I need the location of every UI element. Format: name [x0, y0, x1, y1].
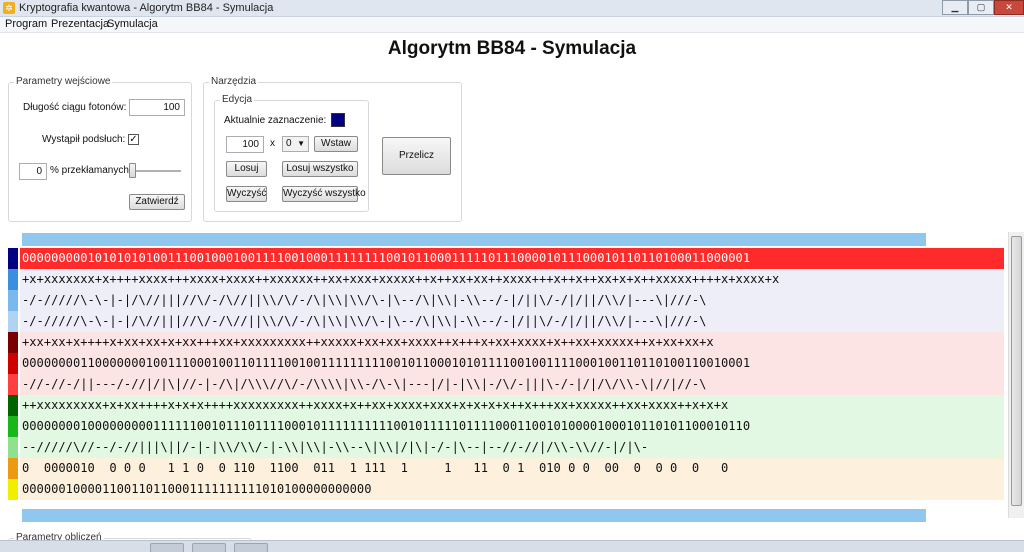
taskbar-button[interactable] [192, 543, 226, 552]
insert-button[interactable]: Wstaw [314, 136, 358, 152]
title-bar: ✲ Kryptografia kwantowa - Algorytm BB84 … [0, 0, 1024, 17]
clear-all-button[interactable]: Wyczyść wszystko [282, 186, 366, 202]
menu-program[interactable]: Program [5, 18, 47, 30]
count-input[interactable]: 100 [226, 136, 264, 153]
grid-row[interactable]: -/-/////\-\-|-|/\//|||//\/-/\//||\\/\/-/… [20, 290, 1004, 311]
grid-row[interactable]: 0000000001010101010011100100010011110010… [20, 248, 1004, 269]
random-button[interactable]: Losuj [226, 161, 267, 177]
error-percent-label: % przekłamanych [50, 165, 129, 176]
page-title: Algorytm BB84 - Symulacja [387, 38, 637, 59]
digit-select[interactable]: 0 ▼ [282, 136, 309, 152]
row-color-marker[interactable] [8, 395, 18, 416]
grid-bottom-stripe [22, 509, 926, 522]
window-title: Kryptografia kwantowa - Algorytm BB84 - … [19, 2, 274, 14]
eavesdrop-label: Wystąpił podsłuch: [42, 134, 126, 145]
eavesdrop-checkbox[interactable]: ✓ [128, 134, 139, 145]
row-color-marker[interactable] [8, 248, 18, 269]
menu-prezentacja[interactable]: Prezentacja [51, 18, 109, 30]
scrollbar-thumb[interactable] [1011, 236, 1022, 506]
edit-title: Edycja [220, 94, 255, 105]
error-slider-thumb[interactable] [129, 163, 136, 178]
grid-row[interactable]: 0000000010000000001111110010111011110001… [20, 416, 1004, 437]
taskbar-button[interactable] [234, 543, 268, 552]
input-params-title: Parametry wejściowe [14, 76, 113, 87]
tools-title: Narzędzia [209, 76, 259, 87]
row-color-marker[interactable] [8, 374, 18, 395]
error-slider-track[interactable] [129, 170, 181, 172]
edit-group: Edycja Aktualnie zaznaczenie: 100 x 0 ▼ … [214, 94, 369, 212]
grid-row[interactable]: +xx+xx+x++++x+xx+xx+x+xx+++xx+xxxxxxxxx+… [20, 332, 1004, 353]
chevron-down-icon: ▼ [297, 139, 305, 148]
grid-row[interactable]: ++xxxxxxxxx+x+xx++++x+x+x++++xxxxxxxxx++… [20, 395, 1004, 416]
photon-length-input[interactable]: 100 [129, 99, 185, 116]
vertical-scrollbar[interactable] [1008, 232, 1024, 518]
row-color-marker[interactable] [8, 479, 18, 500]
row-color-marker[interactable] [8, 311, 18, 332]
row-color-marker[interactable] [8, 290, 18, 311]
confirm-button[interactable]: Zatwierdź [129, 194, 185, 210]
digit-select-value: 0 [286, 138, 292, 149]
photon-length-label: Długość ciągu fotonów: [23, 102, 127, 113]
minimize-button[interactable]: ▁ [942, 0, 968, 15]
grid-top-stripe [22, 233, 926, 246]
menu-symulacja[interactable]: Symulacja [107, 18, 158, 30]
recalculate-button[interactable]: Przelicz [382, 137, 451, 175]
grid-row[interactable]: 0 0000010 0 0 0 1 1 0 0 110 1100 011 1 1… [20, 458, 1004, 479]
error-percent-input[interactable]: 0 [19, 163, 47, 180]
app-icon: ✲ [3, 2, 15, 14]
row-color-marker[interactable] [8, 332, 18, 353]
grid-row[interactable]: 0000000011000000010011100010011011110010… [20, 353, 1004, 374]
grid-row[interactable]: -/-/////\-\-|-|/\//|||//\/-/\//||\\/\/-/… [20, 311, 1004, 332]
close-button[interactable]: ✕ [994, 0, 1024, 15]
tools-group: Narzędzia Edycja Aktualnie zaznaczenie: … [203, 76, 462, 222]
clear-button[interactable]: Wyczyść [226, 186, 267, 202]
maximize-button[interactable]: ▢ [968, 0, 994, 15]
row-color-marker[interactable] [8, 416, 18, 437]
input-params-group: Parametry wejściowe Długość ciągu fotonó… [8, 76, 192, 222]
row-color-marker[interactable] [8, 269, 18, 290]
row-color-marker[interactable] [8, 437, 18, 458]
times-label: x [270, 138, 275, 149]
menu-bar: Program Prezentacja Symulacja [0, 17, 1024, 33]
grid-row[interactable]: +x+xxxxxxx+x++++xxxx+++xxxx+xxxx++xxxxxx… [20, 269, 1004, 290]
grid-row[interactable]: --/////\//--/-//|||\||/-|-|\\/\\/-|-\\|\… [20, 437, 1004, 458]
current-selection-swatch[interactable] [331, 113, 345, 127]
current-selection-label: Aktualnie zaznaczenie: [224, 115, 327, 126]
row-color-marker[interactable] [8, 458, 18, 479]
grid-row[interactable]: 0000001000011001101100011111111110101000… [20, 479, 1004, 500]
grid-row[interactable]: -//-//-/||---/-//|/|\|//-|-/\|/\\\//\/-/… [20, 374, 1004, 395]
taskbar-button[interactable] [150, 543, 184, 552]
row-color-marker[interactable] [8, 353, 18, 374]
taskbar [0, 540, 1024, 552]
random-all-button[interactable]: Losuj wszystko [282, 161, 358, 177]
